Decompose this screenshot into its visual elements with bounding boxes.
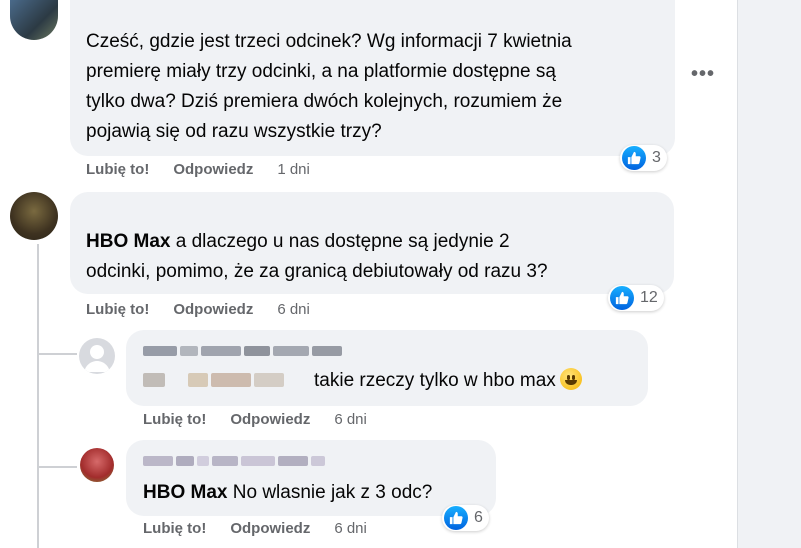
commenter-name[interactable] <box>143 346 342 356</box>
reply-text-line: takie rzeczy tylko w hbo max <box>314 366 582 395</box>
comment-actions: Lubię to! Odpowiedz 1 dni <box>86 161 310 178</box>
reaction-badge[interactable]: 6 <box>442 505 489 531</box>
reaction-count: 6 <box>474 509 483 526</box>
avatar[interactable] <box>10 0 58 40</box>
more-options-icon[interactable]: ••• <box>691 63 715 86</box>
comment-text: a dlaczego u nas dostępne są jedynie 2 <box>170 231 510 252</box>
reply-button[interactable]: Odpowiedz <box>230 411 310 428</box>
timestamp[interactable]: 6 dni <box>334 520 367 537</box>
timestamp[interactable]: 1 dni <box>277 161 310 178</box>
comment-text-line: odcinki, pomimo, że za granicą debiutowa… <box>86 261 548 282</box>
reply-actions: Lubię to! Odpowiedz 6 dni <box>143 411 367 428</box>
reply-text: takie rzeczy tylko w hbo max <box>314 370 556 391</box>
comment-text-line: Cześć, gdzie jest trzeci odcinek? Wg inf… <box>86 31 572 52</box>
like-reaction-icon <box>444 506 468 530</box>
reaction-count: 3 <box>652 149 661 166</box>
thread-line <box>37 244 39 548</box>
right-sidebar <box>737 0 801 548</box>
thread-connector <box>37 466 77 468</box>
mention-link[interactable]: HBO Max <box>86 231 170 252</box>
like-reaction-icon <box>622 146 646 170</box>
avatar[interactable] <box>80 448 114 482</box>
timestamp[interactable]: 6 dni <box>277 301 310 318</box>
reaction-count: 12 <box>640 289 658 306</box>
avatar[interactable] <box>10 192 58 240</box>
comment-text-line: tylko dwa? Dziś premiera dwóch kolejnych… <box>86 91 563 112</box>
mentioned-name[interactable] <box>143 373 284 387</box>
default-avatar-icon[interactable] <box>79 338 115 374</box>
like-reaction-icon <box>610 286 634 310</box>
reaction-badge[interactable]: 3 <box>620 145 667 171</box>
reply-button[interactable]: Odpowiedz <box>173 301 253 318</box>
mention-link[interactable]: HBO Max <box>143 482 227 503</box>
like-button[interactable]: Lubię to! <box>86 161 149 178</box>
timestamp[interactable]: 6 dni <box>334 411 367 428</box>
comment-text-line: pojawią się od razu wszystkie trzy? <box>86 121 382 142</box>
reply-text-line: HBO Max No wlasnie jak z 3 odc? <box>143 478 432 507</box>
like-button[interactable]: Lubię to! <box>143 520 206 537</box>
reply-actions: Lubię to! Odpowiedz 6 dni <box>143 520 367 537</box>
reaction-badge[interactable]: 12 <box>608 285 664 311</box>
comment-text-line: premierę miały trzy odcinki, a na platfo… <box>86 61 556 82</box>
thread-connector <box>37 353 77 355</box>
commenter-name[interactable] <box>143 456 325 466</box>
reply-button[interactable]: Odpowiedz <box>230 520 310 537</box>
like-button[interactable]: Lubię to! <box>143 411 206 428</box>
grinning-face-icon <box>559 368 582 390</box>
reply-button[interactable]: Odpowiedz <box>173 161 253 178</box>
like-button[interactable]: Lubię to! <box>86 301 149 318</box>
comment-actions: Lubię to! Odpowiedz 6 dni <box>86 301 310 318</box>
reply-text: No wlasnie jak z 3 odc? <box>227 482 433 503</box>
comment-text-line: HBO Max a dlaczego u nas dostępne są jed… <box>86 227 510 256</box>
